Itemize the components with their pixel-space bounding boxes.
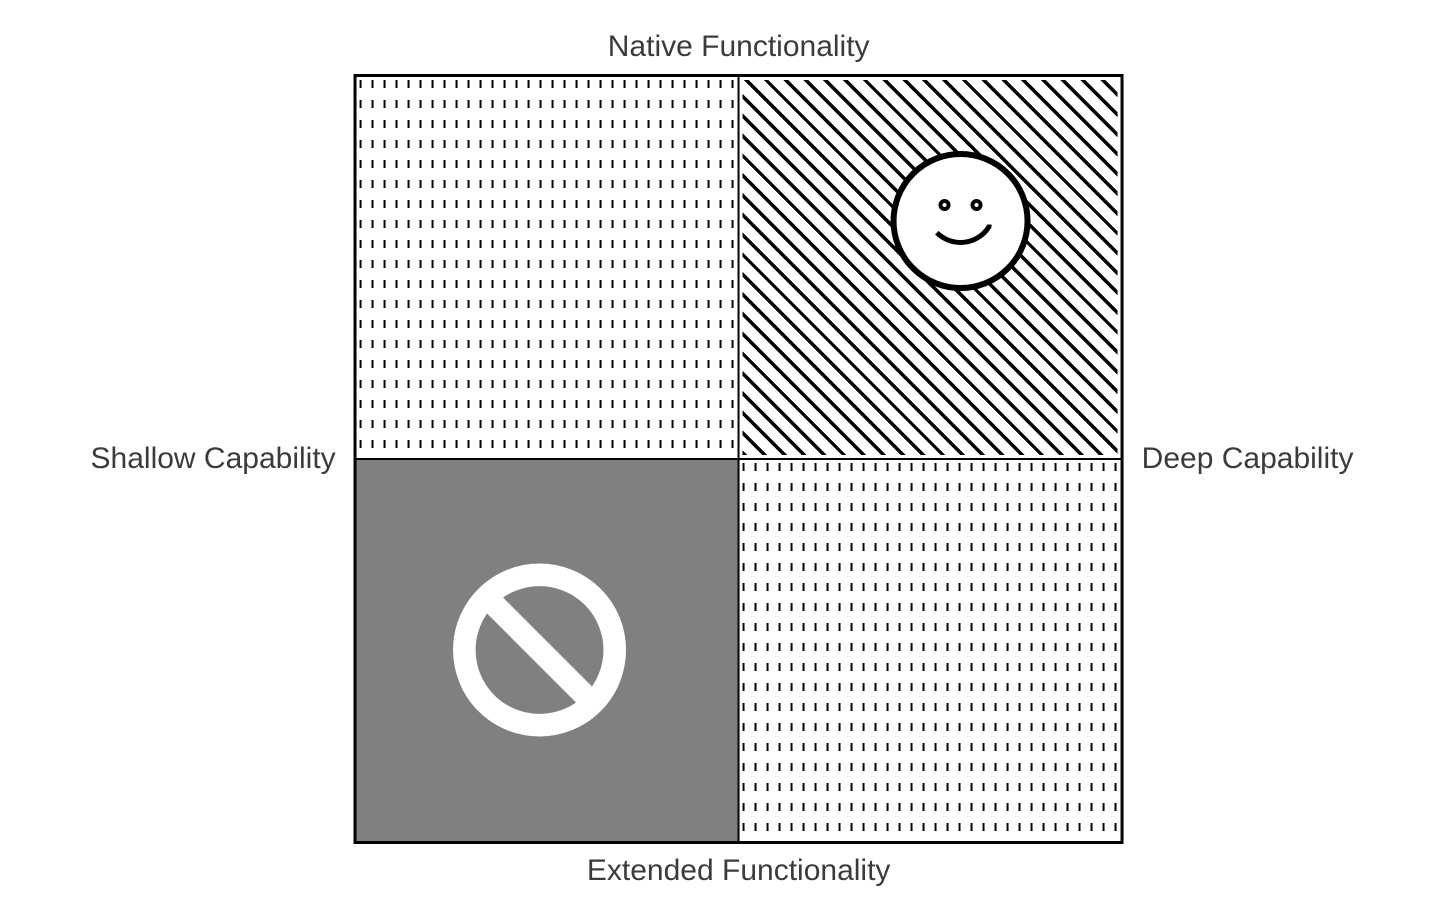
quadrant-top-left [356, 76, 739, 459]
axis-label-bottom: Extended Functionality [587, 854, 891, 888]
quadrant-top-right [739, 76, 1122, 459]
dashed-pattern-icon [743, 463, 1118, 838]
two-by-two-matrix-diagram: Native Functionality Shallow Capability [91, 30, 1354, 888]
smiley-icon [891, 151, 1031, 291]
matrix-grid [354, 74, 1124, 844]
dashed-pattern-icon [360, 80, 735, 455]
axis-label-top: Native Functionality [608, 30, 870, 64]
quadrant-bottom-left [356, 459, 739, 842]
axis-label-right: Deep Capability [1142, 442, 1354, 476]
axis-label-left: Shallow Capability [91, 442, 336, 476]
prohibited-icon [446, 556, 634, 744]
quadrant-bottom-right [739, 459, 1122, 842]
